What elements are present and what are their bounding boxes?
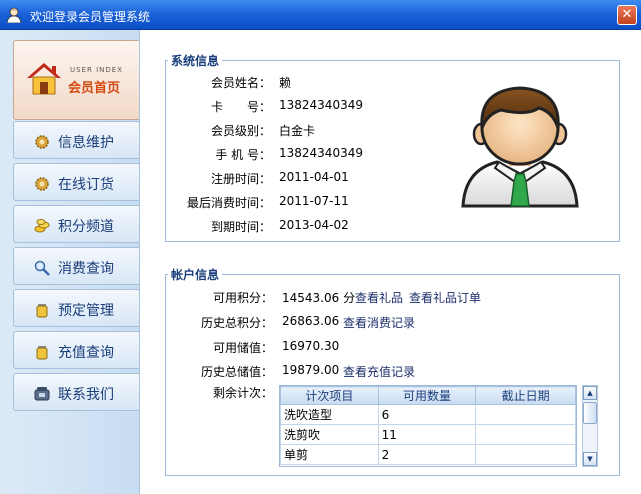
field-label: 注册时间： <box>210 172 271 186</box>
view-gifts-link[interactable]: 查看礼品 <box>355 289 403 306</box>
total-stored-value: 19879.00 <box>282 363 340 377</box>
scroll-up-button[interactable]: ▲ <box>583 386 597 400</box>
table-cell: 单剪 <box>280 444 379 465</box>
field-label: 会员级别： <box>210 124 271 138</box>
member-level: 白金卡 <box>279 124 316 138</box>
window-title: 欢迎登录会员管理系统 <box>30 10 151 24</box>
phone-icon <box>34 387 50 401</box>
sidebar-item-label: 预定管理 <box>58 303 114 319</box>
view-gift-orders-link[interactable]: 查看礼品订单 <box>409 289 481 306</box>
sidebar-item-label: 信息维护 <box>58 135 114 151</box>
table-cell <box>475 404 576 425</box>
account-info-legend: 帐户信息 <box>171 268 220 282</box>
table-row[interactable]: 洗剪吹 11 <box>280 424 576 445</box>
sidebar-item-consumption-query[interactable]: 消费查询 <box>13 247 139 285</box>
scroll-thumb[interactable] <box>583 402 597 424</box>
main-content: 系统信息 会员姓名： 赖 卡 号： 13824340349 会员级别： 白金卡 … <box>141 30 641 494</box>
sidebar-item-online-order[interactable]: 在线订货 <box>13 163 139 201</box>
available-points-value: 14543.06 分 <box>282 291 356 305</box>
sidebar-item-home[interactable]: USER INDEX 会员首页 <box>13 40 139 120</box>
view-recharge-records-link[interactable]: 查看充值记录 <box>343 363 415 380</box>
sidebar-item-label: 消费查询 <box>58 261 114 277</box>
table-cell: 6 <box>377 404 477 425</box>
table-row[interactable]: 洗吹造型 6 <box>280 404 576 425</box>
close-button[interactable]: ✕ <box>617 5 637 25</box>
avatar <box>461 86 579 208</box>
magnifier-icon <box>34 260 50 276</box>
gear-icon <box>35 177 49 191</box>
available-balance-label: 可用储值： <box>212 341 273 355</box>
title-bar: 欢迎登录会员管理系统 ✕ <box>0 0 641 30</box>
column-header: 截止日期 <box>475 386 576 405</box>
scroll-down-button[interactable]: ▼ <box>583 452 597 466</box>
table-cell: 洗剪吹 <box>280 424 379 445</box>
field-label: 会员姓名： <box>210 76 271 90</box>
house-icon <box>27 63 61 95</box>
home-subtitle: USER INDEX <box>70 66 123 74</box>
view-consume-records-link[interactable]: 查看消费记录 <box>343 314 415 331</box>
remaining-count-label: 剩余计次： <box>212 386 273 400</box>
register-time: 2011-04-01 <box>279 170 349 184</box>
table-cell: 11 <box>377 424 477 445</box>
table-cell <box>475 424 576 445</box>
table-cell <box>475 444 576 465</box>
total-points-label: 历史总积分： <box>200 316 273 330</box>
field-label: 到期时间： <box>210 220 271 234</box>
total-points-value: 26863.06 <box>282 314 340 328</box>
coins-icon <box>34 219 50 233</box>
jar-icon <box>36 304 48 318</box>
home-label: 会员首页 <box>68 81 121 96</box>
table-header-row: 计次项目 可用数量 截止日期 <box>280 386 576 405</box>
card-number: 13824340349 <box>279 98 363 112</box>
member-name: 赖 <box>279 76 292 90</box>
column-header: 计次项目 <box>280 386 379 405</box>
sidebar-item-label: 联系我们 <box>58 387 114 403</box>
field-label: 最后消费时间： <box>186 196 271 210</box>
available-points-label: 可用积分： <box>212 291 273 305</box>
table-cell: 2 <box>377 444 477 465</box>
sidebar-item-contact-us[interactable]: 联系我们 <box>13 373 139 411</box>
sidebar-item-recharge-query[interactable]: 充值查询 <box>13 331 139 369</box>
sidebar-item-label: 积分频道 <box>58 219 114 235</box>
sidebar-item-label: 充值查询 <box>58 345 114 361</box>
available-balance-value: 16970.30 <box>282 339 340 353</box>
sidebar: USER INDEX 会员首页 信息维护 在线订货 积分频道 消费查询 预定管理… <box>0 30 140 494</box>
jar-icon <box>36 346 48 360</box>
sidebar-item-info-maintenance[interactable]: 信息维护 <box>13 121 139 159</box>
gear-icon <box>35 135 49 149</box>
sidebar-item-label: 在线订货 <box>58 177 114 193</box>
system-info-legend: 系统信息 <box>171 54 220 68</box>
table-cell: 洗吹造型 <box>280 404 379 425</box>
count-table: 计次项目 可用数量 截止日期 洗吹造型 6 洗剪吹 11 单剪 2 <box>279 385 577 467</box>
field-label: 卡 号： <box>210 100 271 114</box>
last-consume-time: 2011-07-11 <box>279 194 349 208</box>
column-header: 可用数量 <box>377 386 477 405</box>
table-scrollbar[interactable]: ▲ ▼ <box>582 385 598 467</box>
sidebar-item-reservation[interactable]: 预定管理 <box>13 289 139 327</box>
table-row[interactable]: 单剪 2 <box>280 444 576 465</box>
field-label: 手 机 号： <box>215 148 271 162</box>
total-stored-label: 历史总储值： <box>200 365 273 379</box>
sidebar-item-points[interactable]: 积分频道 <box>13 205 139 243</box>
expiry-time: 2013-04-02 <box>279 218 349 232</box>
phone-number: 13824340349 <box>279 146 363 160</box>
user-icon <box>6 7 22 23</box>
